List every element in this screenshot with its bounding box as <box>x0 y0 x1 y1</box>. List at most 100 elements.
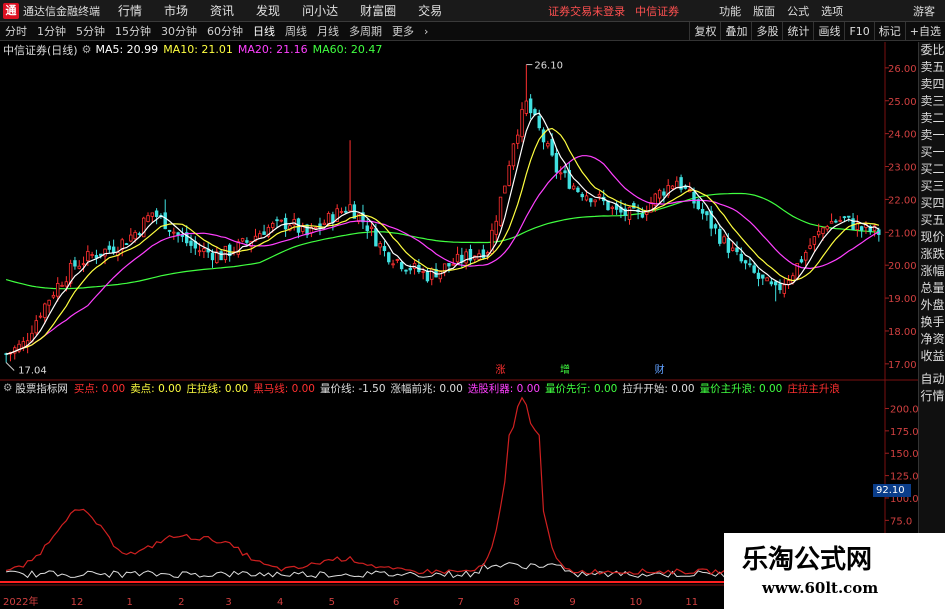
date-tick-label: 8 <box>513 597 519 608</box>
side-tab[interactable]: 买三 <box>919 178 945 195</box>
candle-body <box>51 294 56 298</box>
signal-marker: 增 <box>560 363 570 376</box>
broker-name[interactable]: 中信证券 <box>635 3 679 19</box>
candle-body <box>576 187 580 193</box>
side-tab[interactable]: 换手 <box>919 314 945 331</box>
side-tab[interactable]: 行情 <box>919 388 945 405</box>
add-watchlist-button[interactable]: +自选 <box>904 22 945 41</box>
candle-body <box>524 100 529 114</box>
side-tab[interactable]: 自动 <box>919 371 945 388</box>
period-monthly[interactable]: 月线 <box>312 23 344 39</box>
period-60min[interactable]: 60分钟 <box>202 23 248 39</box>
date-tick-label: 2022年 <box>3 595 38 608</box>
menu-news[interactable]: 资讯 <box>210 2 234 19</box>
candle-body <box>589 198 593 203</box>
adjust-button[interactable]: 复权 <box>689 22 720 41</box>
price-tick-label: 17.00 <box>888 360 917 371</box>
period-weekly[interactable]: 周线 <box>280 23 312 39</box>
period-5min[interactable]: 5分钟 <box>71 23 110 39</box>
menu-discover[interactable]: 发现 <box>256 2 280 19</box>
menu-market[interactable]: 市场 <box>164 2 188 19</box>
menu-quotes[interactable]: 行情 <box>118 2 142 19</box>
kline-chart[interactable]: 26.00 25.00 24.00 23.00 22.00 21.00 20.00 19.00… <box>0 42 918 609</box>
overlay-button[interactable]: 叠加 <box>720 22 751 41</box>
menu-wealth-circle[interactable]: 财富圈 <box>360 2 396 19</box>
menu-ask-xiaoda[interactable]: 问小达 <box>302 2 338 19</box>
chevron-right-icon[interactable]: › <box>419 25 433 38</box>
candle-body <box>180 234 185 237</box>
period-15min[interactable]: 15分钟 <box>110 23 156 39</box>
side-tab[interactable]: 涨跌 <box>919 246 945 263</box>
side-tab[interactable]: 卖四 <box>919 76 945 93</box>
side-tab[interactable]: 卖一 <box>919 127 945 144</box>
side-tab[interactable]: 委比 <box>919 42 945 59</box>
side-tab[interactable]: 净资 <box>919 331 945 348</box>
side-tab[interactable]: 买二 <box>919 161 945 178</box>
side-tab[interactable]: 买四 <box>919 195 945 212</box>
stock-name[interactable]: 中信证券(日线) <box>3 42 78 58</box>
side-tab[interactable]: 卖三 <box>919 93 945 110</box>
period-more[interactable]: 更多 <box>387 23 419 39</box>
signal-marker: 财 <box>655 363 665 376</box>
candle-body <box>322 222 326 225</box>
side-tab[interactable]: 外盘 <box>919 297 945 314</box>
menu-function[interactable]: 功能 <box>719 3 741 19</box>
side-tab[interactable]: 买五 <box>919 212 945 229</box>
candle-body <box>834 220 838 223</box>
candle-body <box>60 284 64 287</box>
candle-body <box>718 228 722 244</box>
candle-body <box>275 219 279 222</box>
period-daily[interactable]: 日线 <box>248 23 280 39</box>
guest-label[interactable]: 游客 <box>913 3 935 19</box>
menu-options[interactable]: 选项 <box>821 3 843 19</box>
price-tick-label: 19.00 <box>888 294 917 305</box>
mark-button[interactable]: 标记 <box>873 22 905 41</box>
chart-grid <box>0 42 918 609</box>
candle-body <box>197 250 202 253</box>
statistics-button[interactable]: 统计 <box>782 22 813 41</box>
side-tab[interactable]: 涨幅 <box>919 263 945 280</box>
f10-button[interactable]: F10 <box>844 22 873 41</box>
menu-trade[interactable]: 交易 <box>418 2 442 19</box>
indicator-tick-label: 75.0 <box>890 516 912 527</box>
candle-body <box>816 230 821 236</box>
candle-body <box>38 315 43 318</box>
date-tick-label: 10 <box>630 597 643 608</box>
side-tab[interactable]: 现价 <box>919 229 945 246</box>
side-tab[interactable]: 卖五 <box>919 59 945 76</box>
menu-formula[interactable]: 公式 <box>787 3 809 19</box>
side-tab[interactable]: 卖二 <box>919 110 945 127</box>
price-axis: 26.00 25.00 24.00 23.00 22.00 21.00 20.00 19.00… <box>885 64 917 371</box>
side-tab[interactable]: 收益 <box>919 348 945 365</box>
candle-body <box>782 284 786 294</box>
candle-body <box>94 254 99 259</box>
indicator-axis: 200.0175.0150.0125.0100.075.050.0 <box>885 404 918 550</box>
candle-body <box>528 98 533 114</box>
indicator-value: 庄拉主升浪 <box>787 382 840 395</box>
indicator-value: 买点: 0.00 <box>73 382 126 395</box>
price-tick-label: 20.00 <box>888 261 917 272</box>
menu-layout[interactable]: 版面 <box>753 3 775 19</box>
multi-stock-button[interactable]: 多股 <box>751 22 782 41</box>
period-intraday[interactable]: 分时 <box>0 23 32 39</box>
draw-line-button[interactable]: 画线 <box>813 22 844 41</box>
candle-body <box>240 238 245 242</box>
low-marker-line <box>5 362 15 371</box>
period-multi[interactable]: 多周期 <box>344 23 387 39</box>
period-30min[interactable]: 30分钟 <box>156 23 202 39</box>
trade-login-status[interactable]: 证券交易未登录 <box>548 3 625 19</box>
period-1min[interactable]: 1分钟 <box>32 23 71 39</box>
side-tab[interactable]: 总量 <box>919 280 945 297</box>
side-tab[interactable]: 买一 <box>919 144 945 161</box>
date-tick-label: 11 <box>685 597 698 608</box>
candle-body <box>739 253 743 262</box>
settings-icon[interactable]: ⚙ <box>82 43 92 56</box>
indicator-name[interactable]: 股票指标网 <box>15 381 68 396</box>
candle-body <box>705 211 709 216</box>
ma60-value: MA60: 20.47 <box>312 43 383 56</box>
candle-body <box>64 281 69 287</box>
settings-icon[interactable]: ⚙ <box>3 382 12 394</box>
candle-body <box>537 115 541 129</box>
candle-body <box>43 303 47 318</box>
candle-body <box>34 320 38 334</box>
